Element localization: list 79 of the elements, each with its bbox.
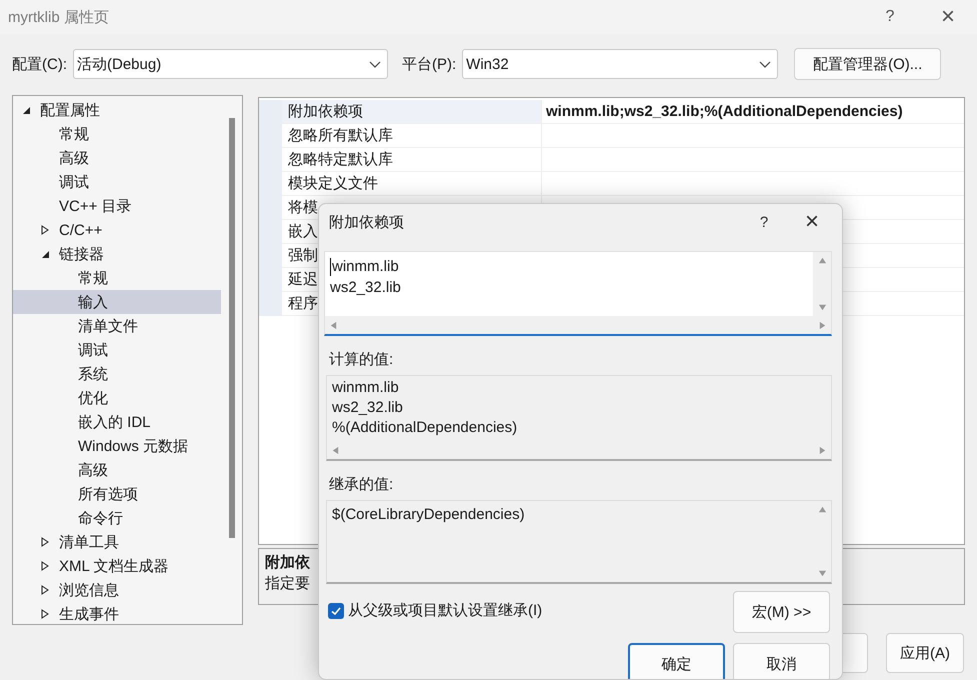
chevron-down-icon: [369, 60, 381, 68]
field-label: 计算的值:: [329, 350, 394, 369]
text-area[interactable]: winmm.lib ws2_32.lib: [324, 251, 832, 336]
macro-button[interactable]: 宏(M) >>: [733, 591, 830, 633]
collapsed-arrow-icon: [40, 537, 50, 547]
config-manager-button[interactable]: 配置管理器(O)...: [794, 48, 942, 80]
field-label: 继承的值:: [329, 475, 394, 494]
property-name[interactable]: 模块定义文件: [282, 172, 541, 196]
checkbox[interactable]: [328, 602, 344, 618]
help-button[interactable]: ?: [736, 212, 792, 232]
tree-item[interactable]: 输入: [13, 290, 221, 314]
tree-item[interactable]: 嵌入的 IDL: [13, 410, 221, 434]
tree-item[interactable]: 高级: [13, 458, 221, 482]
checkmark-icon: [330, 604, 342, 616]
property-value[interactable]: winmm.lib;ws2_32.lib;%(AdditionalDependencies): [541, 100, 964, 124]
tree-item[interactable]: 系统: [13, 362, 221, 386]
property-name[interactable]: 附加依赖项: [282, 100, 541, 124]
tree-item[interactable]: 浏览信息: [13, 578, 221, 602]
tree-item[interactable]: C/C++: [13, 218, 221, 242]
configuration-dropdown[interactable]: 活动(Debug): [73, 49, 388, 79]
apply-button[interactable]: 应用(A): [886, 633, 964, 673]
scroll-left-icon[interactable]: [331, 446, 340, 454]
tree-item[interactable]: VC++ 目录: [13, 194, 221, 218]
expanded-arrow-icon: [40, 249, 50, 259]
table-cell[interactable]: [541, 148, 964, 172]
table-cell[interactable]: [541, 172, 964, 196]
scroll-right-icon[interactable]: [818, 320, 827, 330]
tree-item[interactable]: 调试: [13, 170, 221, 194]
text-caret: [330, 258, 331, 276]
ok-button[interactable]: 确定: [628, 643, 725, 679]
collapsed-arrow-icon: [40, 585, 50, 595]
property-name[interactable]: 忽略特定默认库: [282, 148, 541, 172]
help-button[interactable]: ?: [861, 7, 919, 27]
property-name[interactable]: 忽略所有默认库: [282, 124, 541, 148]
expanded-arrow-icon: [21, 105, 31, 115]
text-line: %(AdditionalDependencies): [332, 418, 518, 438]
tree-item[interactable]: 高级: [13, 146, 221, 170]
scroll-up-icon[interactable]: [818, 505, 826, 514]
description-title: 附加依: [265, 553, 311, 572]
cancel-button[interactable]: 取消: [733, 643, 830, 679]
tree-item[interactable]: 配置属性: [13, 98, 221, 122]
field-label: 配置(C):: [12, 54, 67, 74]
tree-item[interactable]: Windows 元数据: [13, 434, 221, 458]
description-text: 指定要: [265, 574, 311, 593]
text-line: ws2_32.lib: [332, 398, 404, 418]
scrollbar-thumb[interactable]: [229, 118, 235, 538]
collapsed-arrow-icon: [40, 561, 50, 571]
tree-item[interactable]: 常规: [13, 122, 221, 146]
row-header: [259, 100, 282, 124]
field-label: 平台(P):: [402, 54, 456, 74]
chevron-down-icon: [759, 60, 772, 68]
tree-item[interactable]: 常规: [13, 266, 221, 290]
tree-item[interactable]: 所有选项: [13, 482, 221, 506]
close-button[interactable]: ×: [792, 207, 832, 237]
tree-item[interactable]: 清单文件: [13, 314, 221, 338]
dialog-title: 附加依赖项: [329, 212, 405, 232]
scroll-down-icon[interactable]: [818, 569, 826, 578]
table-cell[interactable]: [541, 124, 964, 148]
scroll-up-icon[interactable]: [818, 256, 826, 265]
window-title: myrtklib 属性页: [8, 8, 110, 26]
tree-item[interactable]: 命令行: [13, 506, 221, 530]
text-line: ws2_32.lib: [330, 278, 401, 298]
collapsed-arrow-icon: [40, 609, 50, 619]
text-line: $(CoreLibraryDependencies): [332, 505, 526, 525]
tree-item[interactable]: 生成事件: [13, 602, 221, 626]
text-line: winmm.lib: [332, 257, 399, 277]
scroll-down-icon[interactable]: [818, 303, 826, 312]
tree-item[interactable]: 链接器: [13, 242, 221, 266]
tree-item[interactable]: 优化: [13, 386, 221, 410]
collapsed-arrow-icon: [40, 225, 50, 235]
tree-item[interactable]: XML 文档生成器: [13, 554, 221, 578]
tree-item[interactable]: 清单工具: [13, 530, 221, 554]
checkbox-label: 从父级或项目默认设置继承(I): [348, 601, 542, 620]
scroll-left-icon[interactable]: [329, 320, 338, 330]
text-line: winmm.lib: [332, 378, 400, 398]
tree-item[interactable]: 调试: [13, 338, 221, 362]
close-button[interactable]: ×: [919, 2, 977, 32]
scroll-right-icon[interactable]: [818, 446, 827, 454]
platform-dropdown[interactable]: Win32: [462, 49, 778, 79]
